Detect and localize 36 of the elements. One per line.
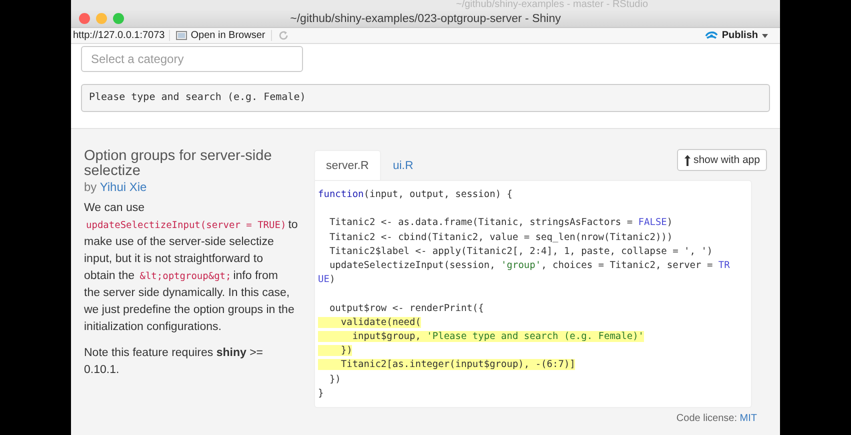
code-line: }) <box>328 372 342 387</box>
publish-icon <box>704 30 718 41</box>
file-tab[interactable]: server.R <box>314 150 381 180</box>
close-button[interactable] <box>79 13 90 24</box>
code-line: validate(need( <box>318 316 748 330</box>
author-link[interactable]: Yihui Xie <box>100 180 147 194</box>
license-link[interactable]: MIT <box>740 413 757 424</box>
show-with-app-button[interactable]: show with app <box>677 149 767 171</box>
description-text: Note this feature requires shiny >= 0.10.1. <box>84 346 264 378</box>
code-line: Titanic2 <- cbind(Titanic2, value = seq_len(nrow(Titanic2))) <box>328 230 674 245</box>
code-line: output$row <- renderPrint({ <box>328 302 485 316</box>
maximize-button[interactable] <box>113 13 124 24</box>
url-text: http://127.0.0.1:7073 <box>71 30 170 41</box>
code-line: Titanic2 <- as.data.frame(Titanic, stringsAsFactors = FALSE) <box>328 216 674 230</box>
category-select[interactable]: Select a category <box>81 46 303 72</box>
code-line: } <box>318 386 325 401</box>
caret-icon <box>762 34 768 38</box>
arrow-up-icon <box>684 154 692 166</box>
file-tab[interactable]: ui.R <box>380 150 426 180</box>
license-text: Code license: MIT <box>676 413 757 424</box>
code-line: }) <box>318 344 748 358</box>
code-line: updateSelectizeInput(session, 'group', choices = Titanic2, server = TR <box>328 259 731 273</box>
browser-icon <box>176 31 187 40</box>
code-line: Titanic2$label <- apply(Titanic2[, 2:4], 1, paste, collapse = ', ') <box>328 244 714 259</box>
output-text: Please type and search (e.g. Female) <box>81 84 770 112</box>
code-line: UE) <box>318 273 336 288</box>
code-line: function(input, output, session) { <box>318 188 514 202</box>
open-in-browser-button[interactable]: Open in Browser <box>170 30 272 41</box>
refresh-icon[interactable] <box>278 30 290 41</box>
byline-text: by Yihui Xie <box>84 179 148 195</box>
minimize-button[interactable] <box>96 13 107 24</box>
code-line: Titanic2[as.integer(input$group), -(6:7)] <box>318 358 748 373</box>
publish-button[interactable]: Publish <box>698 30 774 41</box>
example-title: Option groups for server-side selectize <box>84 149 273 179</box>
description-text: We can use updateSelectizeInput(server = TRUE) to make use of the server-side selectize input, but it is not straightforward to obtain the &lt;optgroup&gt; info from the server side dynamically. In this case, we just predefine the option groups in the initialization configurations. <box>84 201 296 335</box>
window-title: ~/github/shiny-examples/023-optgroup-server - Shiny <box>290 12 561 24</box>
